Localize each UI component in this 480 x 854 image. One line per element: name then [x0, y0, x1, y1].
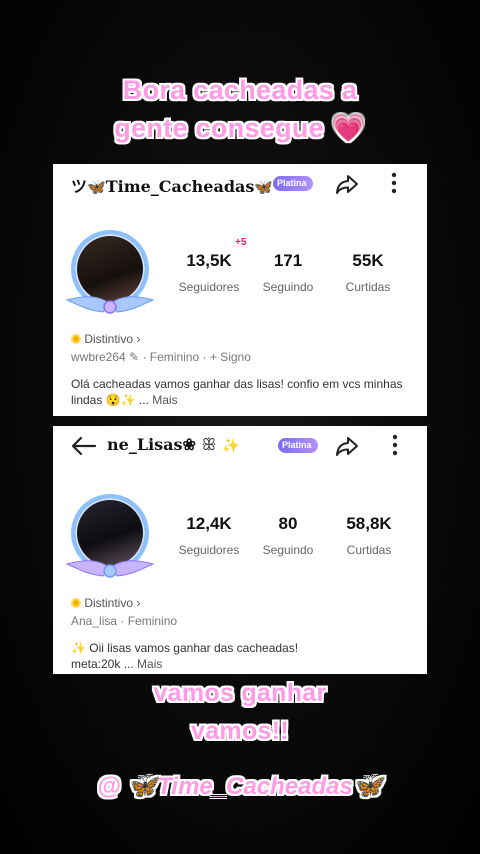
stat-following-label: Seguindo: [262, 280, 314, 294]
chevron-right-icon: ›: [136, 596, 141, 610]
profile-card-cacheadas: ツ🦋Time_Cacheadas🦋 Platina +5 13,5K Segui…: [53, 164, 427, 416]
distintivo-label: Distintivo: [84, 332, 134, 346]
chevron-right-icon: ›: [136, 332, 141, 346]
coin-icon: [71, 598, 81, 608]
profile-meta: Ana_lisa · Feminino: [71, 614, 177, 628]
platina-badge[interactable]: Platina: [278, 438, 318, 453]
more-options-icon[interactable]: [390, 432, 400, 458]
stat-likes-label: Curtidas: [346, 543, 392, 557]
edit-icon[interactable]: ✎: [129, 350, 139, 364]
profile-card-lisas: ne_Lisas❀ ꕥ ✨ Platina 12,4K Seguidores 8…: [53, 426, 427, 674]
distintivo-link[interactable]: Distintivo ›: [71, 596, 140, 610]
more-options-icon[interactable]: [389, 170, 399, 196]
profile-gender: Feminino: [127, 614, 178, 628]
stat-following-value: 80: [278, 514, 298, 533]
bio-line2-row: meta:20k ... Mais: [71, 656, 411, 672]
stat-likes-label: Curtidas: [345, 280, 391, 294]
caption-mid-line2: vamos!!: [191, 717, 289, 745]
bio-text: Olá cacheadas vamos ganhar das lisas! co…: [71, 377, 403, 407]
stat-followers-value: 13,5K: [186, 251, 232, 270]
caption-mid-line1: vamos ganhar: [153, 679, 327, 707]
stat-followers[interactable]: 13,5K Seguidores: [169, 251, 249, 294]
avatar[interactable]: [63, 488, 157, 582]
share-icon[interactable]: [334, 171, 360, 197]
stat-following-label: Seguindo: [262, 543, 314, 557]
platina-label: Platina: [277, 178, 307, 188]
bio-line1: ✨ Oii lisas vamos ganhar das cacheadas!: [71, 641, 299, 655]
distintivo-link[interactable]: Distintivo ›: [71, 332, 140, 346]
bio-more-link[interactable]: Mais: [137, 657, 162, 671]
profile-id: Ana_lisa: [71, 614, 118, 628]
swirl-icon: ꕥ: [201, 435, 217, 454]
stat-followers-value: 12,4K: [186, 514, 232, 533]
stat-following[interactable]: 80 Seguindo: [248, 514, 328, 557]
stat-likes[interactable]: 58,8K Curtidas: [329, 514, 409, 557]
separator-dot: ·: [120, 614, 128, 628]
bio-more-link[interactable]: Mais: [152, 393, 177, 407]
platina-badge[interactable]: Platina: [273, 176, 313, 191]
share-icon[interactable]: [334, 433, 360, 459]
stat-followers-label: Seguidores: [178, 280, 240, 294]
profile-id: wwbre264: [71, 350, 126, 364]
avatar-wings-frame: [65, 560, 155, 578]
stat-likes-value: 58,8K: [346, 514, 392, 533]
separator-dot: ·: [202, 350, 210, 364]
caption-top-line1: Bora cacheadas a: [122, 75, 358, 105]
stat-following[interactable]: 171 Seguindo: [248, 251, 328, 294]
username-text: Time_Cacheadas: [105, 177, 255, 196]
followers-new-badge: +5: [235, 237, 247, 248]
profile-bio: Olá cacheadas vamos ganhar das lisas! co…: [71, 376, 411, 408]
profile-meta: wwbre264 ✎ · Feminino · + Signo: [71, 350, 251, 364]
profile-bio: ✨ Oii lisas vamos ganhar das cacheadas! …: [71, 640, 411, 672]
separator-dot: ·: [142, 350, 150, 364]
stat-following-value: 171: [273, 251, 303, 270]
username-text: ne_Lisas❀: [107, 435, 196, 454]
stat-likes[interactable]: 55K Curtidas: [328, 251, 408, 294]
creator-handle: @ 🦋Time_Cacheadas🦋: [97, 773, 383, 800]
stat-likes-value: 55K: [352, 251, 384, 270]
caption-top-line2-text: gente consegue: [114, 113, 324, 143]
stat-followers[interactable]: 12,4K Seguidores: [169, 514, 249, 557]
add-sign-button[interactable]: + Signo: [210, 350, 251, 364]
heart-icon: 💗: [331, 113, 366, 143]
caption-top-line2: gente consegue 💗: [0, 110, 480, 146]
distintivo-label: Distintivo: [84, 596, 134, 610]
back-arrow-icon[interactable]: [69, 435, 97, 457]
avatar[interactable]: [63, 224, 157, 318]
platina-label: Platina: [282, 440, 312, 450]
coin-icon: [71, 334, 81, 344]
stat-followers-label: Seguidores: [178, 543, 240, 557]
sparkle-icon: ✨: [221, 438, 240, 454]
profile-username[interactable]: ne_Lisas❀ ꕥ ✨: [107, 435, 239, 455]
profile-gender: Feminino: [149, 350, 200, 364]
profile-header: ne_Lisas❀ ꕥ ✨ Platina: [53, 426, 427, 466]
username-prefix: ツ: [71, 177, 88, 196]
bio-line2: meta:20k ...: [71, 657, 134, 671]
profile-header: ツ🦋Time_Cacheadas🦋 Platina: [53, 164, 427, 204]
profile-username[interactable]: ツ🦋Time_Cacheadas🦋: [71, 173, 273, 197]
avatar-wings-frame: [65, 296, 155, 314]
butterfly-icon: 🦋: [87, 178, 106, 196]
butterfly-icon: 🦋: [254, 178, 274, 196]
